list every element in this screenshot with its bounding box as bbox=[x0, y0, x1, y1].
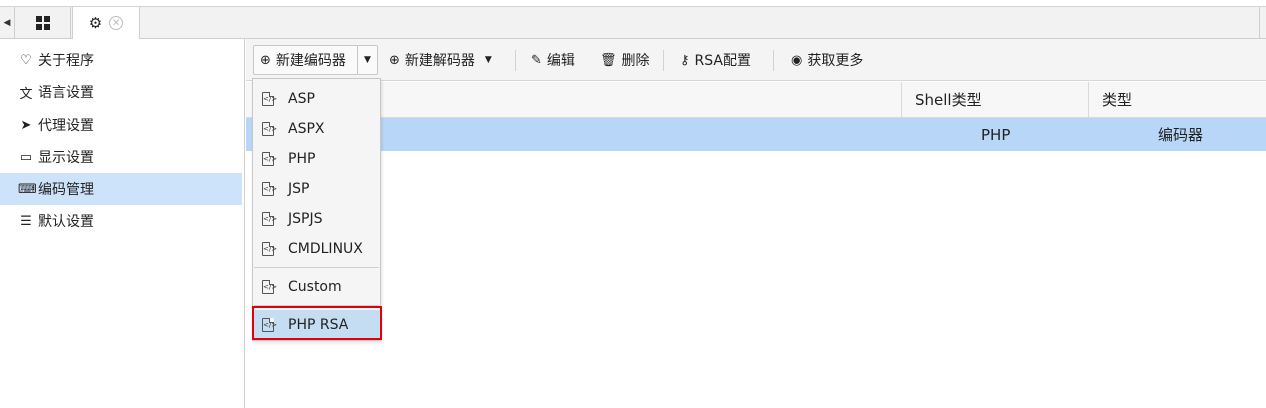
edit-button[interactable]: ✎ 编辑 bbox=[531, 45, 575, 75]
get-more-label: 获取更多 bbox=[807, 53, 864, 69]
edit-label: 编辑 bbox=[546, 53, 575, 69]
menu-item-label: ASP bbox=[288, 91, 315, 107]
tab-home[interactable] bbox=[15, 7, 71, 38]
encoder-grid-header: Shell类型 类型 bbox=[246, 82, 1266, 118]
menu-item-aspx[interactable]: </> ASPX bbox=[253, 114, 380, 144]
triangle-left-icon: ◀ bbox=[3, 17, 11, 28]
close-tab-icon[interactable]: ✕ bbox=[109, 16, 124, 30]
menu-item-cmdlinux[interactable]: </> CMDLINUX bbox=[253, 234, 380, 264]
sidebar-item-label: 代理设置 bbox=[38, 118, 94, 134]
file-code-icon: </> bbox=[262, 92, 277, 106]
menu-item-custom[interactable]: </> Custom bbox=[253, 272, 380, 302]
encoder-toolbar: ⊕ 新建编码器 ▼ ⊕ 新建解码器 ▼ ✎ 编辑 🗑 删除 ⚷ RSA配置 ◉ … bbox=[246, 39, 1266, 81]
menu-divider bbox=[254, 305, 379, 306]
tab-scroll-right-button[interactable] bbox=[1259, 7, 1266, 38]
file-code-icon: </> bbox=[262, 318, 277, 332]
trash-icon: 🗑 bbox=[600, 52, 617, 68]
new-encoder-label: 新建编码器 bbox=[275, 53, 346, 69]
title-strip bbox=[0, 0, 1266, 7]
column-header-type[interactable]: 类型 bbox=[1088, 82, 1266, 117]
sidebar-item-label: 编码管理 bbox=[38, 182, 94, 198]
sidebar-item-proxy[interactable]: ➤ 代理设置 bbox=[0, 109, 242, 141]
toolbar-divider bbox=[773, 50, 774, 71]
rsa-config-button[interactable]: ⚷ RSA配置 bbox=[680, 45, 751, 75]
table-row[interactable]: PHP 编码器 bbox=[246, 118, 1266, 151]
new-decoder-label: 新建解码器 bbox=[404, 53, 475, 69]
file-code-icon: </> bbox=[262, 152, 277, 166]
gear-icon: ⚙ bbox=[88, 14, 103, 32]
sidebar-item-display[interactable]: ▭ 显示设置 bbox=[0, 141, 242, 173]
menu-item-php[interactable]: </> PHP bbox=[253, 144, 380, 174]
cell-type: 编码器 bbox=[1158, 126, 1204, 144]
sidebar-item-defaults[interactable]: ☰ 默认设置 bbox=[0, 205, 242, 237]
heart-icon: ♡ bbox=[20, 52, 32, 68]
file-code-icon: </> bbox=[262, 212, 277, 226]
cell-shell-type: PHP bbox=[981, 125, 1011, 144]
edit-icon: ✎ bbox=[531, 52, 542, 68]
settings-sidebar: ♡ 关于程序 文 语言设置 ➤ 代理设置 ▭ 显示设置 ⌨ 编码管理 ☰ 默认设… bbox=[0, 39, 245, 408]
language-icon: 文 bbox=[19, 86, 33, 102]
menu-item-label: Custom bbox=[288, 279, 342, 295]
menu-item-jsp[interactable]: </> JSP bbox=[253, 174, 380, 204]
sidebar-item-label: 关于程序 bbox=[38, 53, 94, 69]
menu-item-label: ASPX bbox=[288, 121, 325, 137]
menu-item-label: CMDLINUX bbox=[288, 241, 363, 257]
new-encoder-menu: </> ASP </> ASPX </> PHP </> JSP </> JSP… bbox=[252, 78, 381, 341]
file-code-icon: </> bbox=[262, 242, 277, 256]
toolbar-divider bbox=[663, 50, 664, 71]
delete-button[interactable]: 🗑 删除 bbox=[600, 45, 650, 75]
chrome-icon: ◉ bbox=[791, 52, 803, 68]
new-encoder-button[interactable]: ⊕ 新建编码器 ▼ bbox=[253, 45, 378, 75]
menu-item-php-rsa[interactable]: </> PHP RSA bbox=[253, 310, 380, 340]
plus-circle-icon: ⊕ bbox=[389, 52, 400, 68]
tab-scroll-left-button[interactable]: ◀ bbox=[0, 7, 15, 38]
sidebar-item-language[interactable]: 文 语言设置 bbox=[0, 76, 242, 108]
grid-icon bbox=[35, 15, 50, 30]
sidebar-item-about[interactable]: ♡ 关于程序 bbox=[0, 44, 242, 76]
plus-circle-icon: ⊕ bbox=[260, 52, 271, 68]
new-decoder-button[interactable]: ⊕ 新建解码器 ▼ bbox=[389, 45, 492, 75]
file-code-icon: </> bbox=[262, 280, 277, 294]
sidebar-item-label: 默认设置 bbox=[38, 214, 94, 230]
key-icon: ⚷ bbox=[680, 52, 690, 68]
new-encoder-dropdown-toggle[interactable]: ▼ bbox=[357, 46, 377, 74]
menu-item-label: PHP RSA bbox=[288, 317, 349, 333]
menu-item-label: JSP bbox=[288, 181, 310, 197]
caret-down-icon: ▼ bbox=[484, 55, 492, 65]
sliders-icon: ☰ bbox=[20, 213, 32, 229]
caret-down-icon: ▼ bbox=[364, 55, 371, 65]
tab-settings[interactable]: ⚙ ✕ bbox=[72, 7, 140, 39]
paper-plane-icon: ➤ bbox=[20, 117, 32, 133]
sidebar-item-label: 显示设置 bbox=[38, 150, 94, 166]
menu-divider bbox=[254, 267, 379, 268]
rsa-config-label: RSA配置 bbox=[694, 53, 751, 69]
menu-item-label: PHP bbox=[288, 151, 316, 167]
get-more-button[interactable]: ◉ 获取更多 bbox=[791, 45, 863, 75]
file-code-icon: ⌨ bbox=[18, 181, 37, 197]
menu-item-label: JSPJS bbox=[288, 211, 323, 227]
menu-item-jspjs[interactable]: </> JSPJS bbox=[253, 204, 380, 234]
sidebar-item-encoders[interactable]: ⌨ 编码管理 bbox=[0, 173, 242, 205]
column-header-shell-type[interactable]: Shell类型 bbox=[901, 82, 1088, 117]
monitor-icon: ▭ bbox=[19, 149, 33, 165]
delete-label: 删除 bbox=[621, 53, 650, 69]
menu-item-asp[interactable]: </> ASP bbox=[253, 84, 380, 114]
toolbar-divider bbox=[515, 50, 516, 71]
sidebar-item-label: 语言设置 bbox=[38, 85, 94, 101]
file-code-icon: </> bbox=[262, 182, 277, 196]
column-header-label: 类型 bbox=[1102, 91, 1133, 109]
file-code-icon: </> bbox=[262, 122, 277, 136]
tab-bar: ◀ ⚙ ✕ bbox=[0, 0, 1266, 39]
column-header-label: Shell类型 bbox=[915, 91, 982, 109]
